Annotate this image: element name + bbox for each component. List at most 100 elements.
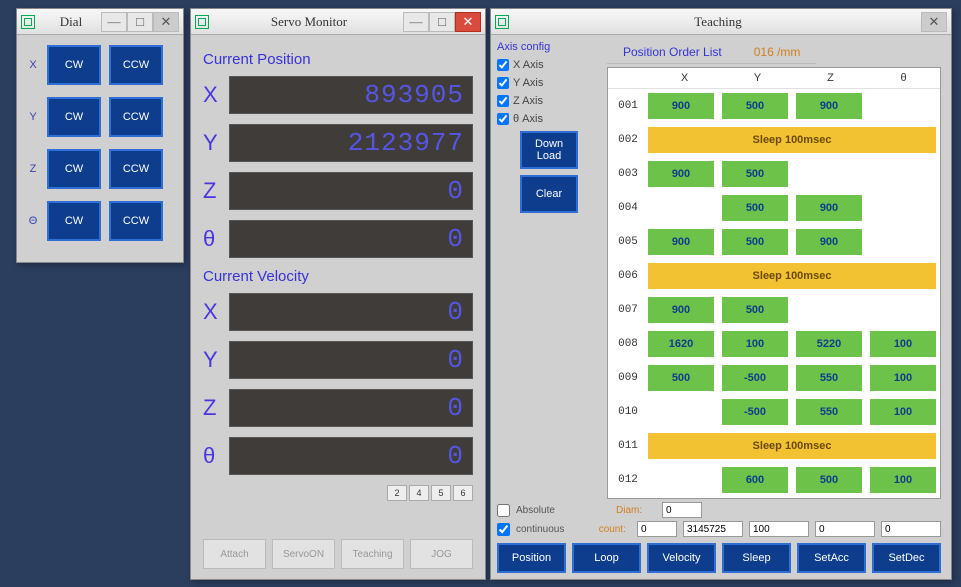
download-button[interactable]: Down Load: [520, 131, 578, 169]
position-axis-label: Y: [203, 130, 229, 156]
absolute-checkbox[interactable]: [497, 504, 510, 517]
empty-cell: [870, 229, 936, 255]
order-list-scroll[interactable]: 001900500900002Sleep 100msec003900500004…: [608, 89, 940, 495]
app-icon: [195, 15, 209, 29]
dial-titlebar[interactable]: Dial — □ ✕: [17, 9, 183, 35]
row-index: 010: [608, 406, 648, 418]
order-row[interactable]: 003900500: [608, 157, 940, 191]
dial-window: Dial — □ ✕ XCWCCWYCWCCWZCWCCWΘCWCCW: [16, 8, 184, 263]
cw-button-y[interactable]: CW: [47, 97, 101, 137]
empty-cell: [870, 297, 936, 323]
param-field-2[interactable]: [749, 521, 809, 537]
order-row[interactable]: 00816201005220100: [608, 327, 940, 361]
info-count: 016: [754, 45, 774, 59]
ccw-button-x[interactable]: CCW: [109, 45, 163, 85]
position-button[interactable]: Position: [497, 543, 566, 573]
position-axis-label: θ: [203, 226, 229, 252]
value-cell: 5220: [796, 331, 862, 357]
velocity-axis-label: Y: [203, 347, 229, 373]
teaching-titlebar[interactable]: Teaching ✕: [491, 9, 951, 35]
order-row[interactable]: 002Sleep 100msec: [608, 123, 940, 157]
order-row[interactable]: 012600500100: [608, 463, 940, 495]
count-field[interactable]: [637, 521, 677, 537]
velocity-axis-label: θ: [203, 443, 229, 469]
value-cell: 100: [722, 331, 788, 357]
row-index: 009: [608, 372, 648, 384]
axis-check-x-axis[interactable]: [497, 59, 509, 71]
order-row[interactable]: 007900500: [608, 293, 940, 327]
page-button-2[interactable]: 2: [387, 485, 407, 501]
close-button[interactable]: ✕: [455, 12, 481, 32]
diam-label: Diam:: [616, 505, 656, 516]
list-header-cell: θ: [867, 68, 940, 88]
order-row[interactable]: 010-500550100: [608, 395, 940, 429]
page-button-4[interactable]: 4: [409, 485, 429, 501]
servoon-button[interactable]: ServoON: [272, 539, 335, 569]
ccw-button-z[interactable]: CCW: [109, 149, 163, 189]
minimize-button[interactable]: —: [403, 12, 429, 32]
ccw-button-y[interactable]: CCW: [109, 97, 163, 137]
dial-axis-label: X: [23, 59, 43, 71]
close-button[interactable]: ✕: [153, 12, 179, 32]
page-button-5[interactable]: 5: [431, 485, 451, 501]
value-cell: 500: [648, 365, 714, 391]
empty-cell: [796, 161, 862, 187]
value-cell: 100: [870, 365, 936, 391]
row-index: 005: [608, 236, 648, 248]
order-row[interactable]: 006Sleep 100msec: [608, 259, 940, 293]
minimize-button[interactable]: —: [101, 12, 127, 32]
loop-button[interactable]: Loop: [572, 543, 641, 573]
continuous-checkbox[interactable]: [497, 523, 510, 536]
order-row[interactable]: 005900500900: [608, 225, 940, 259]
teaching-title: Teaching: [515, 14, 921, 30]
maximize-button[interactable]: □: [127, 12, 153, 32]
order-row[interactable]: 004500900: [608, 191, 940, 225]
cw-button-θ[interactable]: CW: [47, 201, 101, 241]
servo-titlebar[interactable]: Servo Monitor — □ ✕: [191, 9, 485, 35]
cw-button-x[interactable]: CW: [47, 45, 101, 85]
value-cell: 550: [796, 399, 862, 425]
value-cell: 900: [648, 93, 714, 119]
param-field-1[interactable]: [683, 521, 743, 537]
row-index: 001: [608, 100, 648, 112]
app-icon: [21, 15, 35, 29]
maximize-button[interactable]: □: [429, 12, 455, 32]
jog-button[interactable]: JOG: [410, 539, 473, 569]
param-field-3[interactable]: [815, 521, 875, 537]
diam-field[interactable]: [662, 502, 702, 518]
setdec-button[interactable]: SetDec: [872, 543, 941, 573]
value-cell: 600: [722, 467, 788, 493]
teaching-button[interactable]: Teaching: [341, 539, 404, 569]
param-field-4[interactable]: [881, 521, 941, 537]
tab-position-order-list[interactable]: Position Order List: [607, 41, 738, 64]
order-row[interactable]: 001900500900: [608, 89, 940, 123]
value-cell: 1620: [648, 331, 714, 357]
ccw-button-θ[interactable]: CCW: [109, 201, 163, 241]
value-cell: 500: [722, 161, 788, 187]
attach-button[interactable]: Attach: [203, 539, 266, 569]
count-label: count:: [599, 524, 631, 535]
continuous-label: continuous: [516, 524, 589, 535]
row-index: 003: [608, 168, 648, 180]
sleep-button[interactable]: Sleep: [722, 543, 791, 573]
empty-cell: [648, 399, 714, 425]
page-button-6[interactable]: 6: [453, 485, 473, 501]
velocity-axis-label: Z: [203, 395, 229, 421]
order-row[interactable]: 011Sleep 100msec: [608, 429, 940, 463]
velocity-button[interactable]: Velocity: [647, 543, 716, 573]
teaching-window: Teaching ✕ Axis config X AxisY AxisZ Axi…: [490, 8, 952, 580]
close-button[interactable]: ✕: [921, 12, 947, 32]
axis-check-z-axis[interactable]: [497, 95, 509, 107]
servo-monitor-window: Servo Monitor — □ ✕ Current Position X89…: [190, 8, 486, 580]
setacc-button[interactable]: SetAcc: [797, 543, 866, 573]
axis-check-y-axis[interactable]: [497, 77, 509, 89]
axis-config-label: Axis config: [497, 41, 601, 53]
order-row[interactable]: 009500-500550100: [608, 361, 940, 395]
velocity-readout-y: 0: [229, 341, 473, 379]
axis-check-θ-axis[interactable]: [497, 113, 509, 125]
tab-info[interactable]: 016 /mm: [738, 41, 817, 64]
row-index: 006: [608, 270, 648, 282]
row-index: 012: [608, 474, 648, 486]
cw-button-z[interactable]: CW: [47, 149, 101, 189]
clear-button[interactable]: Clear: [520, 175, 578, 213]
